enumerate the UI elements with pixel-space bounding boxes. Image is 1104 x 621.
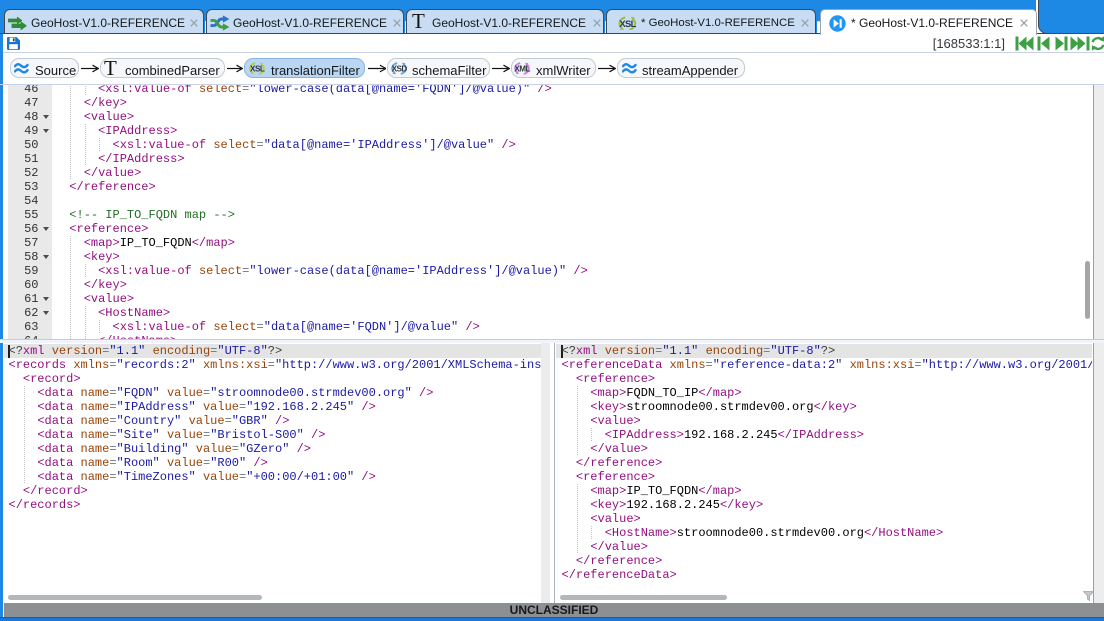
svg-text:XSL: XSL — [250, 65, 265, 74]
svg-text:XSD: XSD — [392, 65, 408, 74]
svg-text:XML: XML — [514, 65, 530, 74]
svg-text:XSL: XSL — [619, 17, 636, 28]
